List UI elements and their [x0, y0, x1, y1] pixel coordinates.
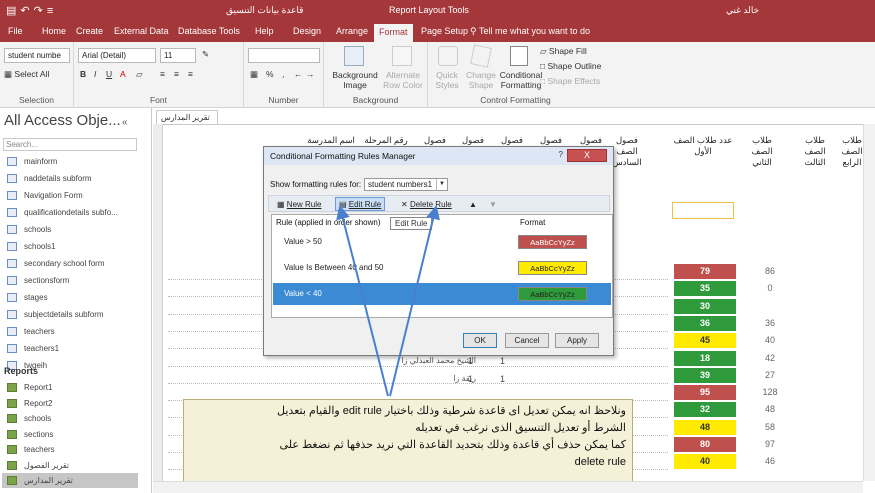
note-line-3: كما يمكن حذف أي قاعدة وذلك بتحديد القاعد…: [279, 439, 626, 451]
instruction-note: ونلاحظ انه يمكن تعديل اى قاعدة شرطية وذل…: [183, 399, 633, 483]
horizontal-scrollbar[interactable]: [153, 481, 863, 493]
arrow-to-edit-rule: [336, 205, 389, 397]
note-line-1: ونلاحظ انه يمكن تعديل اى قاعدة شرطية وذل…: [277, 405, 626, 417]
arrow-to-delete-rule: [389, 205, 440, 397]
vertical-scrollbar[interactable]: [863, 124, 875, 481]
note-line-4: delete rule: [574, 456, 626, 468]
note-line-2: الشرط أو تعديل التنسيق الذى نرغب في تعدي…: [415, 422, 626, 434]
